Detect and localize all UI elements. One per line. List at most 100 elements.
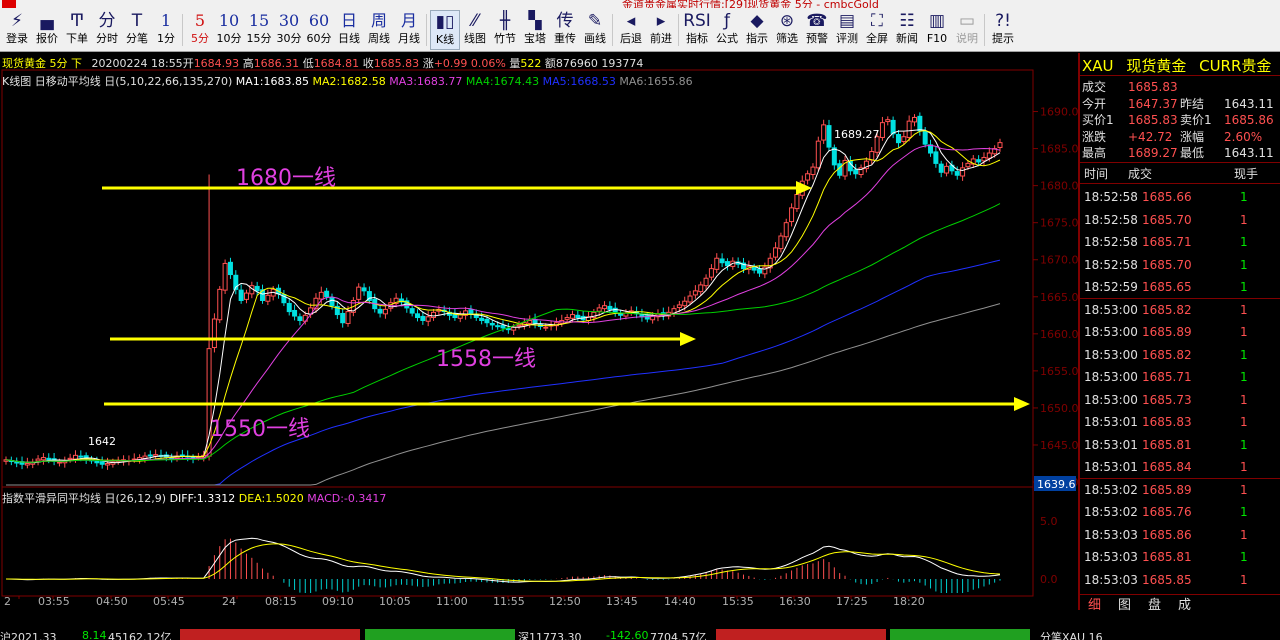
candle-body [751, 266, 757, 271]
toolbar-button-17[interactable]: ▚ 宝塔 [520, 10, 550, 50]
toolbar-button-5[interactable]: 1 1分 [152, 10, 180, 50]
tick-row: 18:53:00 1685.82 1 [1084, 299, 1280, 321]
tick-volume: 1 [1240, 347, 1248, 362]
toolbar-label-2: 下单 [66, 32, 88, 45]
toolbar-button-26[interactable]: ☎ 预警 [802, 10, 832, 50]
toolbar-button-7[interactable]: 10 10分 [214, 10, 244, 50]
x-axis-label: 16:30 [779, 595, 811, 608]
toolbar-button-22[interactable]: RSI 指标 [682, 10, 712, 50]
candle-body [703, 277, 709, 287]
tick-row: 18:53:00 1685.82 1 [1084, 344, 1280, 366]
toolbar-icon-13: 月 [400, 11, 417, 30]
quote-tab-2[interactable]: 盘 [1148, 594, 1161, 613]
toolbar-icon-19: ✎ [587, 11, 603, 31]
y-axis-label: 1645.0 [1040, 439, 1078, 452]
quote-tab-0[interactable]: 细 [1088, 594, 1101, 613]
candle-body [67, 457, 73, 460]
tick-price: 1685.73 [1142, 392, 1192, 407]
bar-amount: 876960 193774 [555, 57, 644, 70]
toolbar-button-29[interactable]: ☷ 新闻 [892, 10, 922, 50]
toolbar-button-28[interactable]: ⛶ 全屏 [862, 10, 892, 50]
toolbar-button-30[interactable]: ▥ F10 [922, 10, 952, 50]
quote-value: 1643.11 [1224, 146, 1274, 160]
y-axis-label: 1665.0 [1040, 291, 1078, 304]
tick-time: 18:53:01 [1084, 415, 1138, 429]
toolbar-button-19[interactable]: ✎ 画线 [580, 10, 610, 50]
toolbar-button-1[interactable]: ▄ 报价 [32, 10, 62, 50]
kline-chart[interactable]: 1690.0 1685.0 1680.0 1675.0 1670.0 1665.0 1660… [0, 53, 1078, 610]
toolbar-button-2[interactable]: Ͳ 下单 [62, 10, 92, 50]
toolbar-button-20[interactable]: ◂ 后退 [616, 10, 646, 50]
bar-change: +0.99 0.06% [433, 57, 506, 70]
candle-body [596, 307, 602, 312]
toolbar-button-25[interactable]: ⊛ 筛选 [772, 10, 802, 50]
quote-panel: XAU 现货黄金 CURR贵金 成交 1685.83 今开 1647.37 昨结 1643… [1078, 53, 1280, 613]
y-axis-label: 1680.0 [1040, 180, 1078, 193]
x-axis-label: 10:05 [379, 595, 411, 608]
tick-row: 18:53:02 1685.89 1 [1084, 479, 1280, 501]
toolbar-button-12[interactable]: 周周线 [364, 10, 394, 50]
toolbar-button-23[interactable]: ƒ 公式 [712, 10, 742, 50]
toolbar-button-8[interactable]: 15 15分 [244, 10, 274, 50]
toolbar-label-24: 指示 [746, 32, 768, 45]
toolbar-button-24[interactable]: ◆ 指示 [742, 10, 772, 50]
candle-body [40, 457, 46, 461]
candle-body [783, 222, 789, 238]
toolbar-button-10[interactable]: 60 60分 [304, 10, 334, 50]
bar-low: 1684.81 [313, 57, 360, 70]
toolbar-button-16[interactable]: ╫ 竹节 [490, 10, 520, 50]
tick-row: 18:52:58 1685.70 1 [1084, 254, 1280, 276]
candle-body [815, 140, 821, 169]
toolbar-icon-17: ▚ [528, 11, 542, 31]
bar-volume: 522 [520, 57, 542, 70]
toolbar-button-14[interactable]: ▮▯ K线 [430, 10, 460, 50]
toolbar-label-32: 提示 [992, 32, 1014, 45]
y-axis-label: 1660.0 [1040, 328, 1078, 341]
candle-body [976, 159, 982, 163]
candle-body [105, 463, 111, 466]
candle-body [217, 288, 223, 321]
toolbar-button-18[interactable]: 传重传 [550, 10, 580, 50]
ma1-value: MA1:1683.85 [235, 75, 309, 88]
toolbar-icon-7: 10 [218, 11, 240, 30]
open-label: 开 [182, 57, 194, 70]
tick-volume: 1 [1240, 302, 1248, 317]
candle-body [778, 235, 784, 250]
toolbar-button-13[interactable]: 月月线 [394, 10, 424, 50]
chart-canvas[interactable]: 1690.0 1685.0 1680.0 1675.0 1670.0 1665.0 1660… [0, 53, 1078, 610]
toolbar-icon-16: ╫ [499, 11, 511, 31]
toolbar-button-11[interactable]: 日日线 [334, 10, 364, 50]
x-axis-label: 18:20 [893, 595, 925, 608]
toolbar-button-32[interactable]: ?! 提示 [988, 10, 1018, 50]
toolbar-icon-14: ▮▯ [435, 12, 455, 32]
candle-body [72, 454, 78, 460]
toolbar-button-3[interactable]: 分分时 [92, 10, 122, 50]
ma6-value: MA6:1655.86 [619, 75, 693, 88]
toolbar-button-6[interactable]: 5 5分 [186, 10, 214, 50]
quote-tab-1[interactable]: 图 [1118, 594, 1131, 613]
toolbar-icon-26: ☎ [806, 11, 828, 31]
y-axis-label: 1690.0 [1040, 106, 1078, 119]
toolbar-icon-22: RSI [683, 11, 711, 31]
x-axis-label: 11:00 [436, 595, 468, 608]
tick-row: 18:52:58 1685.71 1 [1084, 231, 1280, 253]
toolbar-button-0[interactable]: ⚡ 登录 [2, 10, 32, 50]
toolbar-button-15[interactable]: ⁄⁄ 线图 [460, 10, 490, 50]
quote-row: 涨跌 +42.72 涨幅 2.60% [1082, 129, 1280, 145]
toolbar-icon-24: ◆ [750, 11, 764, 31]
quote-tab-3[interactable]: 成 [1178, 594, 1191, 613]
low-marker-label: 1642 [88, 435, 116, 448]
toolbar-button-31[interactable]: ▭ 说明 [952, 10, 982, 50]
toolbar-label-25: 筛选 [776, 32, 798, 45]
candle-body [484, 318, 490, 324]
toolbar-button-27[interactable]: ▤ 评测 [832, 10, 862, 50]
candle-body [211, 318, 217, 349]
toolbar-button-4[interactable]: T 分笔 [122, 10, 152, 50]
toolbar-icon-12: 周 [370, 11, 387, 30]
toolbar-button-9[interactable]: 30 30分 [274, 10, 304, 50]
toolbar-icon-10: 60 [308, 11, 330, 30]
x-axis-label: 15:35 [722, 595, 754, 608]
toolbar-button-21[interactable]: ▸ 前进 [646, 10, 676, 50]
candle-body [708, 268, 714, 278]
toolbar-icon-4: T [131, 11, 143, 31]
